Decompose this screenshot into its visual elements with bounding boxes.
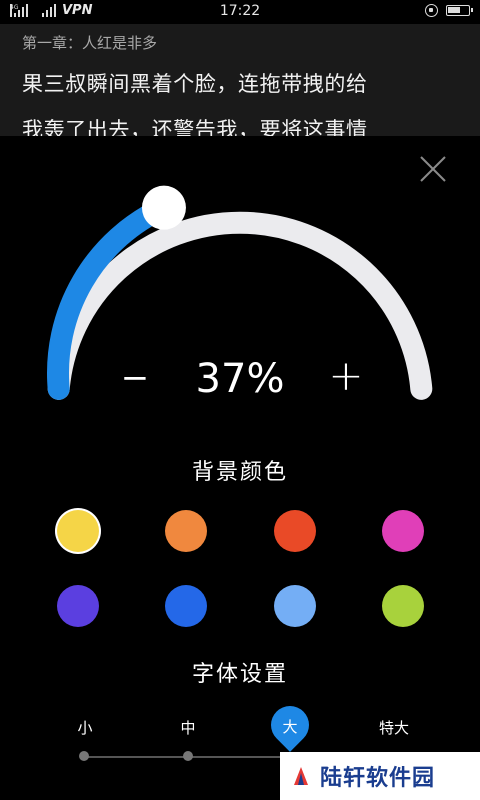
background-color-swatch[interactable] bbox=[57, 585, 99, 627]
font-size-option-medium[interactable]: 中 bbox=[158, 717, 218, 738]
font-size-option-small[interactable]: 小 bbox=[55, 717, 115, 738]
brightness-increase-button[interactable]: + bbox=[326, 355, 366, 397]
background-color-swatch[interactable] bbox=[165, 510, 207, 552]
battery-icon bbox=[446, 5, 473, 16]
background-color-swatch[interactable] bbox=[382, 585, 424, 627]
font-size-stop-medium[interactable] bbox=[183, 751, 193, 761]
watermark-text: 陆轩软件园 bbox=[320, 766, 436, 791]
watermark: 陆轩软件园 bbox=[280, 752, 480, 800]
status-time: 17:22 bbox=[219, 3, 261, 19]
status-bar: 4G VPN 17:22 bbox=[0, 0, 480, 24]
brightness-thumb[interactable] bbox=[141, 185, 186, 230]
settings-panel: − 37% + 背景颜色 字体设置 小 中 大 特大 bbox=[0, 136, 480, 800]
font-size-option-extra-large[interactable]: 特大 bbox=[364, 717, 424, 738]
rotation-lock-icon bbox=[425, 4, 438, 17]
brightness-value: 37% bbox=[195, 356, 285, 402]
chapter-title: 第一章：人红是非多 bbox=[22, 34, 158, 52]
font-size-option-large[interactable]: 大 bbox=[271, 716, 309, 737]
background-color-swatch[interactable] bbox=[57, 510, 99, 552]
watermark-logo-icon bbox=[294, 767, 308, 785]
content-line: 果三叔瞬间黑着个脸，连拖带拽的给 bbox=[22, 72, 368, 96]
background-color-title: 背景颜色 bbox=[191, 460, 288, 485]
background-color-swatch[interactable] bbox=[274, 585, 316, 627]
background-color-swatch[interactable] bbox=[165, 585, 207, 627]
reader-content[interactable]: 第一章：人红是非多 果三叔瞬间黑着个脸，连拖带拽的给 我轰了出去，还警告我，要将… bbox=[0, 24, 480, 142]
font-settings-title: 字体设置 bbox=[191, 662, 288, 687]
font-size-stop-small[interactable] bbox=[79, 751, 89, 761]
brightness-decrease-button[interactable]: − bbox=[120, 358, 150, 398]
background-color-swatch[interactable] bbox=[382, 510, 424, 552]
status-right bbox=[425, 4, 473, 17]
background-color-swatch[interactable] bbox=[274, 510, 316, 552]
